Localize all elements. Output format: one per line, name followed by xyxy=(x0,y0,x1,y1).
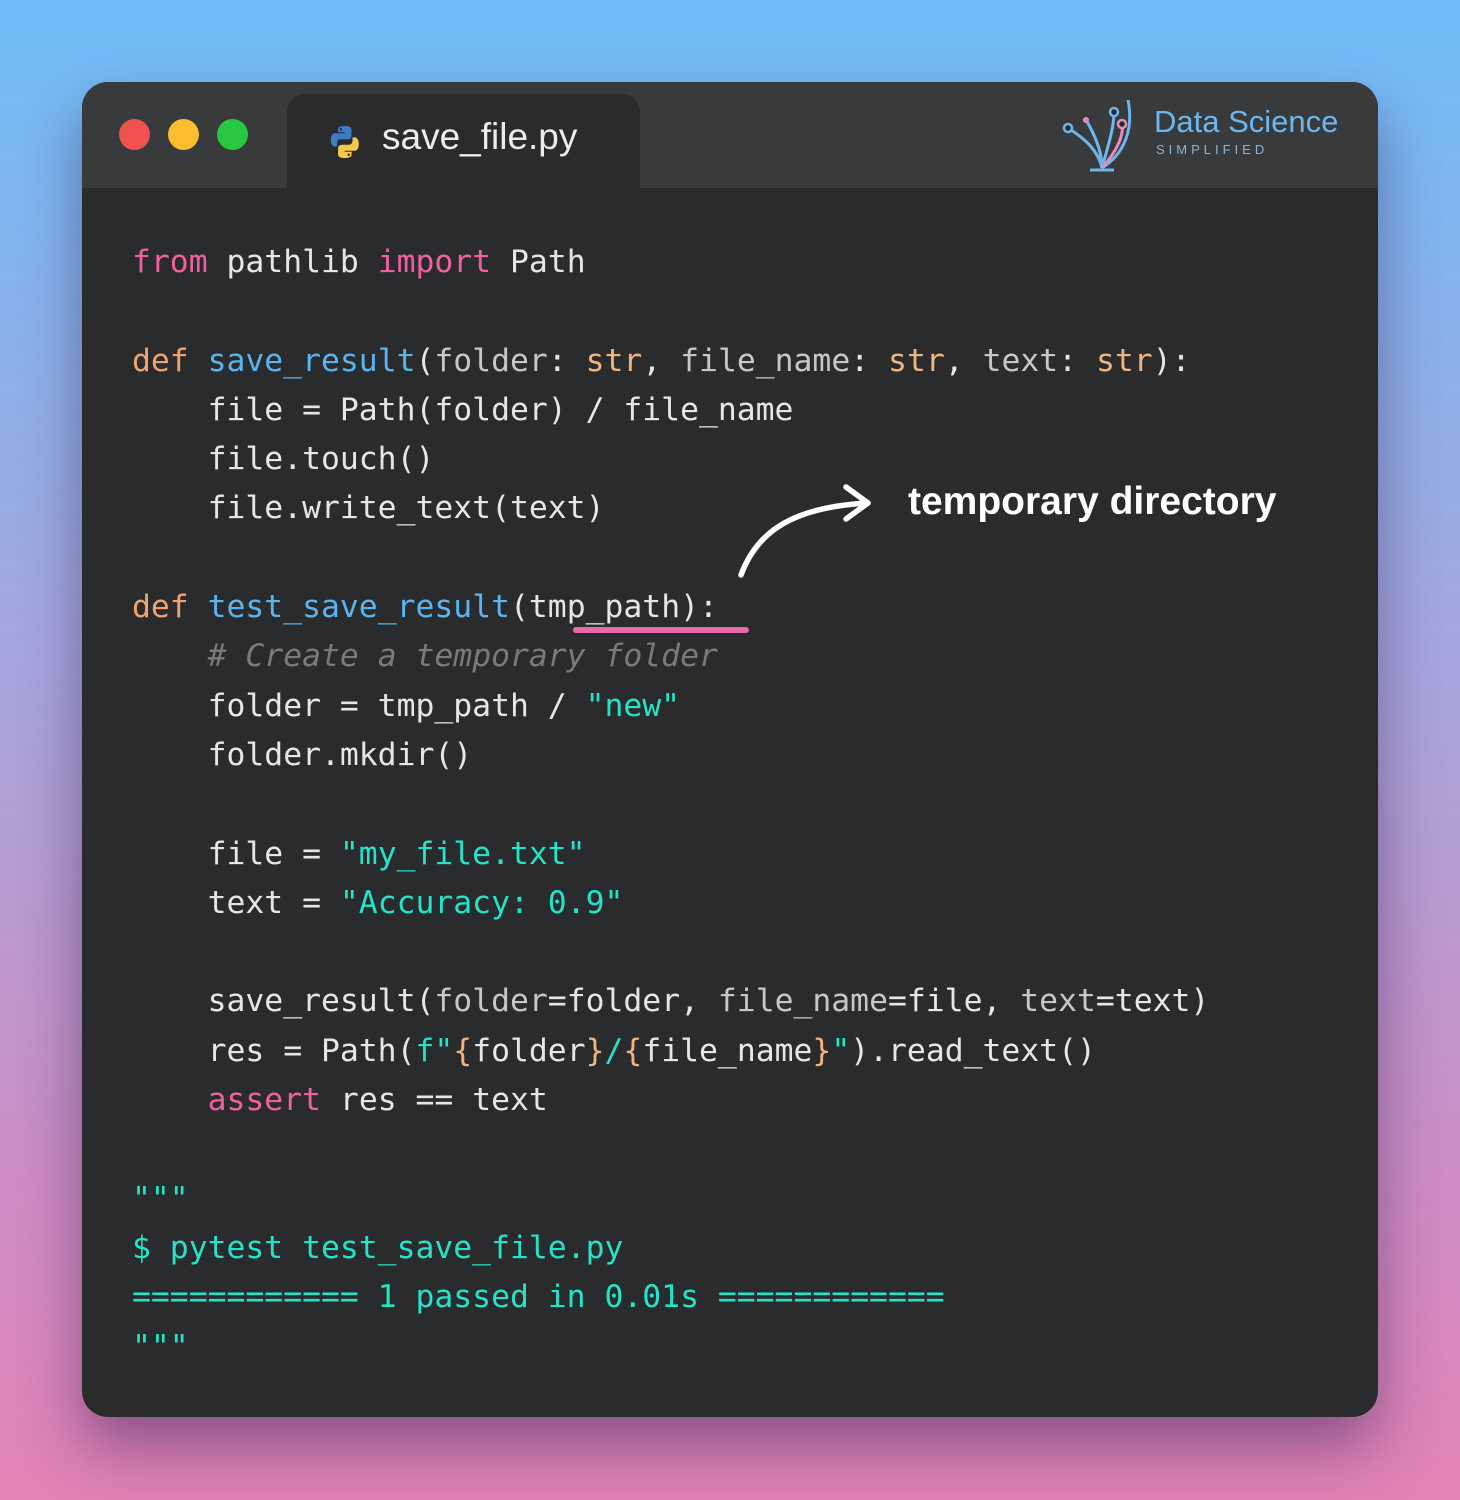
code-token-string: "Accuracy: 0.9" xyxy=(339,884,624,921)
code-token-plain: file.touch() xyxy=(132,441,435,478)
code-token-plain: file = xyxy=(132,835,340,872)
code-token-plain: Path xyxy=(491,244,586,280)
code-token-plain: (tmp_path): xyxy=(510,589,718,626)
tab-label: save_file.py xyxy=(382,116,578,157)
code-token-plain: file.write_text(text) xyxy=(132,490,605,527)
code-token-brace: } xyxy=(812,1032,832,1069)
curved-arrow-icon xyxy=(738,484,871,578)
code-token-type: str xyxy=(585,342,643,379)
code-token-def: def xyxy=(132,589,189,626)
code-token-string: f" xyxy=(415,1032,454,1069)
logo-subtitle: SIMPLIFIED xyxy=(1156,142,1269,157)
logo-mark-icon xyxy=(1062,99,1132,172)
code-line: $ pytest test_save_file.py xyxy=(132,1224,1209,1273)
code-token-plain: : xyxy=(1058,342,1096,379)
code-token-plain: =text) xyxy=(1095,983,1210,1020)
code-token-string: / xyxy=(604,1032,624,1069)
code-editor[interactable]: from pathlib import Path def save_result… xyxy=(132,238,1209,1372)
code-token-brace: { xyxy=(453,1032,473,1069)
code-token-type: str xyxy=(888,342,945,379)
code-line: save_result(folder=folder, file_name=fil… xyxy=(132,977,1210,1026)
code-line: """ xyxy=(132,1323,1209,1372)
code-token-keyword: assert xyxy=(207,1082,322,1119)
code-token-plain: res == text xyxy=(321,1082,548,1119)
code-line: file = Path(folder) / file_name xyxy=(132,386,1209,435)
python-icon xyxy=(330,126,359,158)
code-token-param: text xyxy=(1020,983,1096,1020)
code-token-plain: : xyxy=(850,342,889,379)
code-token-plain: res = Path( xyxy=(132,1032,416,1069)
minimize-window-button[interactable] xyxy=(168,119,199,150)
code-token-type: str xyxy=(1095,342,1153,379)
code-token-func: save_result xyxy=(207,342,416,379)
logo-title: Data Science xyxy=(1154,104,1339,139)
code-token-keyword: from xyxy=(132,244,208,280)
code-token-plain: ): xyxy=(1152,342,1191,379)
code-token-brace: { xyxy=(623,1032,643,1069)
code-line: def test_save_result(tmp_path): xyxy=(132,583,1209,632)
code-token-def: def xyxy=(132,342,189,379)
code-token-param: folder xyxy=(434,342,548,379)
code-line: def save_result(folder: str, file_name: … xyxy=(132,337,1209,386)
close-window-button[interactable] xyxy=(119,119,150,150)
code-token-plain: : xyxy=(547,342,586,379)
code-line: folder.mkdir() xyxy=(132,731,1209,780)
code-line: file.touch() xyxy=(132,435,1209,484)
code-line: # Create a temporary folder xyxy=(132,632,1209,681)
code-line: text = "Accuracy: 0.9" xyxy=(132,879,1209,928)
code-token-plain: file = Path(folder) / file_name xyxy=(132,391,794,428)
code-token-string: "new" xyxy=(585,687,681,724)
annotation-label: temporary directory xyxy=(908,480,1277,523)
code-token-param: file_name xyxy=(717,983,888,1020)
code-line: file = "my_file.txt" xyxy=(132,830,1209,879)
tab-save-file[interactable]: save_file.py xyxy=(287,94,640,188)
code-token-plain: folder.mkdir() xyxy=(132,736,473,773)
code-line: assert res == text xyxy=(132,1076,1209,1125)
code-token-brace: } xyxy=(585,1032,605,1069)
code-token-plain: text = xyxy=(132,884,340,921)
tmp-path-underline xyxy=(573,627,749,633)
code-token-plain: ).read_text() xyxy=(850,1032,1096,1069)
code-line: from pathlib import Path xyxy=(132,238,1209,287)
code-token-param: file_name xyxy=(680,342,851,379)
code-token-string: """ xyxy=(132,1328,189,1365)
code-token-plain: =folder, xyxy=(547,983,718,1020)
code-token-string: " xyxy=(831,1032,851,1069)
title-bar: save_file.py Data Science SIMPLIFIED xyxy=(82,82,1378,188)
code-token-comment: # Create a temporary folder xyxy=(207,638,718,675)
code-token-func: test_save_result xyxy=(207,589,510,626)
code-line: ============ 1 passed in 0.01s =========… xyxy=(132,1273,1209,1322)
code-line: """ xyxy=(132,1175,1209,1224)
code-token-plain: folder xyxy=(472,1032,586,1069)
code-token-plain: pathlib xyxy=(207,244,378,280)
code-token-string: "my_file.txt" xyxy=(339,835,586,872)
code-token-plain: =file, xyxy=(887,983,1021,1020)
code-token-keyword: import xyxy=(377,244,492,280)
code-token-param: folder xyxy=(434,983,548,1020)
code-token-plain: save_result( xyxy=(132,983,435,1020)
code-token-string: """ xyxy=(132,1180,189,1217)
code-line: res = Path(f"{folder}/{file_name}").read… xyxy=(132,1027,1209,1076)
code-window: save_file.py Data Science SIMPLIFIED fro… xyxy=(82,82,1378,1417)
code-token-param: text xyxy=(982,342,1059,379)
maximize-window-button[interactable] xyxy=(217,119,248,150)
data-science-simplified-logo: Data Science SIMPLIFIED xyxy=(1060,92,1360,176)
code-token-plain: , xyxy=(944,342,983,379)
code-token-string: $ pytest test_save_file.py xyxy=(132,1229,624,1266)
code-token-plain: folder = tmp_path / xyxy=(132,687,586,724)
code-token-plain: , xyxy=(642,342,681,379)
code-token-plain: file_name xyxy=(642,1032,813,1069)
code-token-string: ============ 1 passed in 0.01s =========… xyxy=(132,1279,945,1316)
code-token-plain: ( xyxy=(415,342,435,379)
code-line: folder = tmp_path / "new" xyxy=(132,682,1209,731)
